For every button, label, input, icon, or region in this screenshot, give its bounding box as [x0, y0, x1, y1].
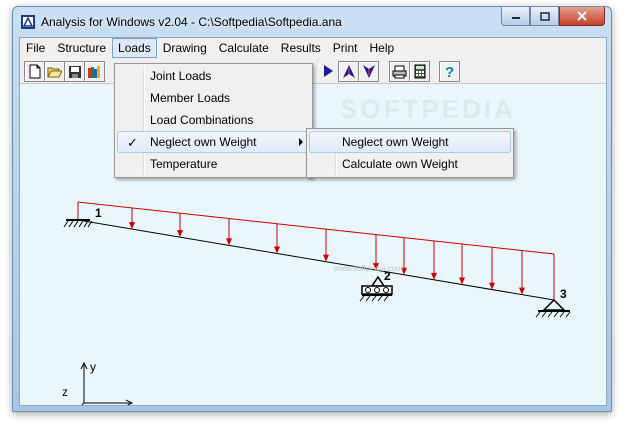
distributed-load-outline — [77, 201, 555, 300]
loads-menu-dropdown: Joint Loads Member Loads Load Combinatio… — [114, 63, 313, 178]
load-arrows — [129, 207, 525, 295]
menu-file[interactable]: File — [20, 38, 51, 58]
menu-item-label: Temperature — [150, 157, 218, 171]
menu-item-label: Calculate own Weight — [342, 157, 458, 171]
save-disk-icon — [68, 65, 81, 78]
toolbar: ? — [20, 59, 606, 84]
arrow-up-button[interactable] — [338, 61, 359, 82]
menu-item-load-combinations[interactable]: Load Combinations — [117, 109, 310, 131]
print-icon — [392, 65, 407, 78]
menu-item-member-loads[interactable]: Member Loads — [117, 87, 310, 109]
client-area: File Structure Loads Drawing Calculate R… — [19, 37, 607, 406]
maximize-button[interactable] — [530, 7, 559, 26]
load-arrow-head — [226, 238, 232, 246]
load-arrow-head — [274, 246, 280, 254]
arrow-up-icon — [342, 65, 355, 78]
watermark-url: www.softpedia.com — [334, 264, 403, 273]
maximize-icon — [539, 11, 550, 21]
menu-item-label: Member Loads — [150, 91, 231, 105]
calculator-button[interactable] — [409, 61, 430, 82]
menu-item-joint-loads[interactable]: Joint Loads — [117, 65, 310, 87]
title-bar[interactable]: Analysis for Windows v2.04 - C:\Softpedi… — [13, 7, 611, 37]
load-arrow-head — [129, 222, 135, 230]
calculator-icon — [414, 64, 425, 79]
checkmark-icon: ✓ — [127, 135, 138, 150]
help-button[interactable]: ? — [439, 61, 460, 82]
beam-member — [77, 219, 555, 301]
app-icon — [21, 15, 35, 29]
window-title: Analysis for Windows v2.04 - C:\Softpedi… — [41, 15, 342, 29]
menu-print[interactable]: Print — [327, 38, 364, 58]
minimize-icon — [511, 17, 520, 19]
new-file-button[interactable] — [24, 61, 45, 82]
new-file-icon — [29, 64, 40, 79]
load-arrow-head — [323, 254, 329, 262]
axis-z-label-holder: z — [62, 385, 68, 399]
open-button[interactable] — [44, 61, 65, 82]
library-button[interactable] — [84, 61, 105, 82]
menu-drawing[interactable]: Drawing — [157, 38, 213, 58]
menu-bar: File Structure Loads Drawing Calculate R… — [20, 38, 606, 58]
close-icon — [577, 11, 587, 21]
menu-structure[interactable]: Structure — [51, 38, 112, 58]
menu-results[interactable]: Results — [275, 38, 327, 58]
menu-item-neglect-own-weight[interactable]: ✓ Neglect own Weight — [117, 131, 310, 153]
arrow-down-icon — [362, 65, 375, 78]
axis-triad: y x — [80, 360, 134, 405]
menu-calculate[interactable]: Calculate — [213, 38, 275, 58]
pin-support-3 — [535, 298, 571, 318]
menu-item-label: Neglect own Weight — [150, 135, 257, 149]
submenu-item-calculate-own-weight[interactable]: Calculate own Weight — [309, 153, 511, 175]
open-folder-icon — [47, 67, 62, 78]
menu-item-label: Neglect own Weight — [342, 135, 449, 149]
fixed-support-1 — [63, 219, 93, 228]
load-arrow-head — [431, 272, 437, 280]
joint-label-1: 1 — [95, 206, 102, 220]
play-right-button[interactable] — [319, 61, 338, 80]
load-arrow-head — [177, 230, 183, 238]
joint-label-3: 3 — [560, 287, 567, 301]
help-icon: ? — [445, 64, 454, 79]
minimize-button[interactable] — [501, 7, 530, 26]
own-weight-submenu: Neglect own Weight Calculate own Weight — [306, 128, 514, 178]
load-arrow-head — [489, 282, 495, 290]
menu-item-label: Load Combinations — [150, 113, 254, 127]
print-button[interactable] — [389, 61, 410, 82]
menu-item-label: Joint Loads — [150, 69, 212, 83]
svg-text:?: ? — [445, 64, 454, 79]
submenu-arrow-icon — [299, 138, 303, 146]
arrow-down-button[interactable] — [358, 61, 379, 82]
menu-loads[interactable]: Loads — [112, 38, 157, 58]
axis-label-z: z — [62, 385, 68, 399]
save-button[interactable] — [64, 61, 85, 82]
load-arrow-head — [459, 277, 465, 285]
axis-label-y: y — [90, 360, 96, 374]
menu-item-temperature[interactable]: Temperature — [117, 153, 310, 175]
play-right-icon — [323, 64, 333, 77]
close-button[interactable] — [559, 7, 605, 26]
library-icon — [88, 65, 100, 78]
load-arrow-head — [519, 287, 525, 295]
menu-help[interactable]: Help — [363, 38, 400, 58]
submenu-item-neglect-own-weight[interactable]: Neglect own Weight — [309, 131, 511, 153]
